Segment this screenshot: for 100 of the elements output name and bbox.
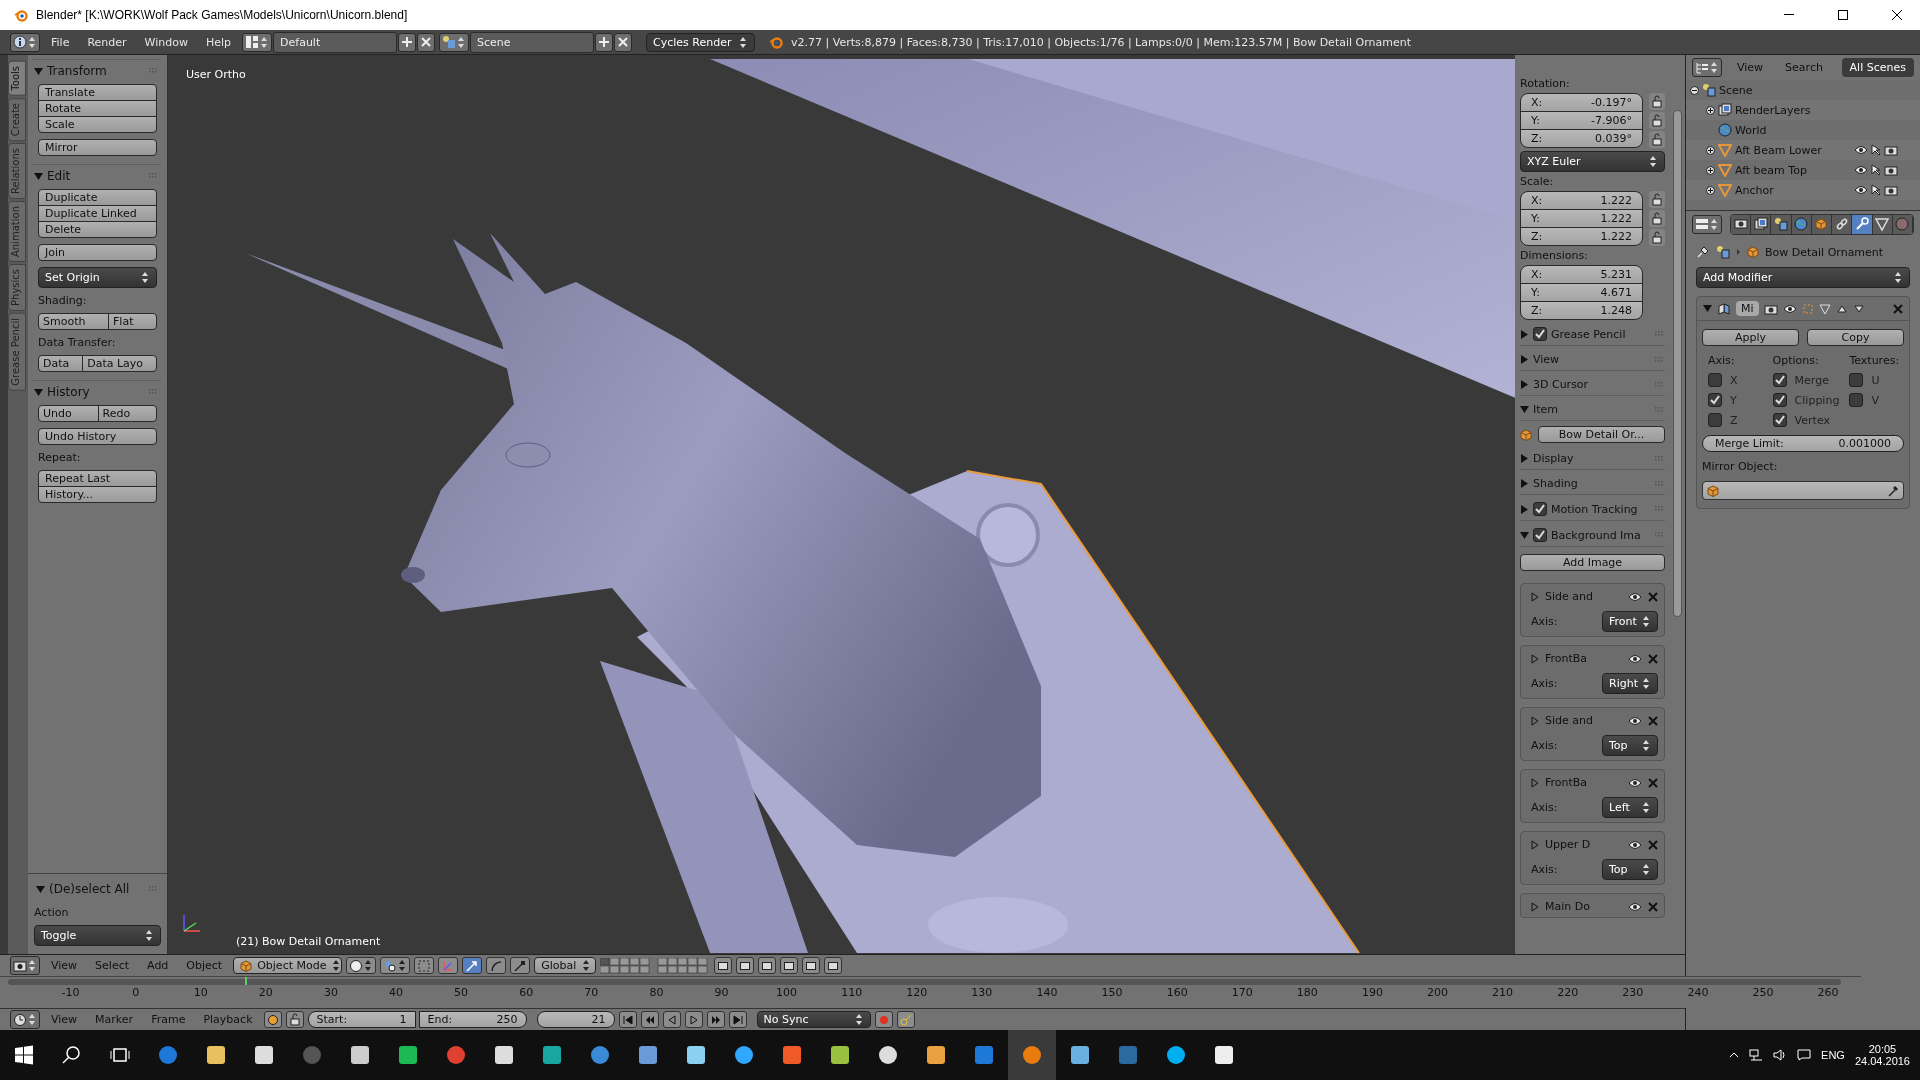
menu-item[interactable]: Select [88, 957, 137, 974]
dropdown[interactable]: Front [1602, 611, 1658, 632]
tool-button[interactable]: Data Layo [82, 355, 157, 372]
modifier-name-field[interactable]: Mi [1736, 301, 1759, 316]
panel-title[interactable]: History [47, 385, 145, 399]
panel-title[interactable]: Background Ima [1551, 528, 1651, 542]
field-label: Action [34, 906, 70, 919]
number-field[interactable]: Z: 0.039° [1520, 129, 1643, 148]
frame-number: 220 [1556, 986, 1580, 999]
checkbox-label: Z [1730, 413, 1738, 427]
menu-item[interactable]: Help [198, 33, 239, 51]
tool-button[interactable]: Redo [97, 405, 157, 422]
panel-title[interactable]: Shading [1533, 477, 1651, 490]
field-label: Axis: [1531, 863, 1559, 876]
frame-number: 100 [775, 986, 799, 999]
section-label: Dimensions: [1520, 249, 1589, 262]
panel-title[interactable]: (De)select All [49, 882, 145, 896]
panel-title[interactable]: Motion Tracking [1551, 502, 1651, 516]
scene-statistics: v2.77 | Verts:8,879 | Faces:8,730 | Tris:17,010 | Objects:1/76 | Lamps:0/0 | Mem:123.57M | Bow Detail Ornament [791, 35, 1412, 49]
menu-item[interactable]: Playback [196, 1011, 260, 1028]
mode-dropdown[interactable]: Object Mode [233, 957, 343, 974]
outliner-item[interactable]: Scene [1719, 83, 1920, 97]
tool-button[interactable]: Data [38, 355, 84, 372]
clock[interactable]: 20:05 24.04.2016 [1854, 1043, 1910, 1067]
menu-item[interactable]: View [44, 957, 85, 974]
tool-button[interactable]: Smooth [38, 313, 109, 330]
panel-title[interactable]: Item [1533, 403, 1651, 416]
frame-number: 40 [388, 986, 404, 999]
render-engine-dropdown[interactable]: Cycles Render [646, 32, 756, 52]
frame-number: 80 [648, 986, 665, 999]
field-label: Axis: [1531, 739, 1559, 752]
merge-limit-field[interactable]: Merge Limit: 0.001000 [1702, 435, 1904, 452]
panel-title[interactable]: Edit [47, 169, 145, 183]
dropdown[interactable]: XYZ Euler [1520, 151, 1665, 172]
tool-button[interactable]: Mirror [38, 139, 157, 156]
frame-number: 240 [1686, 986, 1710, 999]
frame-number: 160 [1165, 986, 1189, 999]
menu-item[interactable]: Window [137, 33, 195, 51]
menu-item[interactable]: File [44, 33, 77, 51]
view-name-label: User Ortho [186, 68, 246, 81]
checkbox-label: V [1871, 393, 1879, 407]
orientation-dropdown[interactable]: Global [534, 957, 597, 974]
object-name-button[interactable]: Bow Detail Or... [1538, 426, 1665, 443]
menu-item[interactable]: View [44, 1011, 85, 1028]
tool-button[interactable]: History... [38, 486, 157, 503]
input-language[interactable]: ENG [1821, 1049, 1845, 1061]
menu-item[interactable]: Search [1778, 59, 1830, 76]
number-field[interactable]: Z: 1.248 [1520, 301, 1643, 320]
outliner-item[interactable]: Aft beam Top [1735, 163, 1851, 177]
number-field[interactable]: Y: 1.222 [1520, 209, 1643, 228]
tool-button[interactable]: Join [38, 244, 157, 261]
panel-title[interactable]: 3D Cursor [1533, 378, 1651, 391]
panel-title[interactable]: Display [1533, 452, 1651, 465]
modifier-action-button[interactable]: Apply [1702, 329, 1799, 346]
tool-button[interactable]: Scale [38, 116, 157, 133]
tool-button[interactable]: Undo History [38, 428, 157, 445]
tool-button[interactable]: Flat [108, 313, 157, 330]
tool-tab[interactable]: Tools [8, 61, 26, 96]
dropdown[interactable]: Set Origin [38, 267, 157, 288]
image-name: FrontBa [1545, 776, 1589, 789]
menu-item[interactable]: Object [179, 957, 230, 974]
modifier-action-button[interactable]: Copy [1807, 329, 1904, 346]
frame-number: 230 [1621, 986, 1645, 999]
panel-title[interactable]: Transform [47, 64, 145, 78]
dropdown[interactable]: Top [1602, 859, 1658, 880]
frame-number: 250 [1751, 986, 1775, 999]
number-field[interactable]: Y: 4.671 [1520, 283, 1643, 302]
panel-title[interactable]: View [1533, 353, 1651, 366]
number-field[interactable]: Z: 1.222 [1520, 227, 1643, 246]
tool-button[interactable]: Undo [38, 405, 99, 422]
field-label: Axis: [1531, 615, 1559, 628]
frame-number: 200 [1426, 986, 1449, 999]
start-frame-field[interactable]: Start: 1 [307, 1011, 416, 1028]
scene-field[interactable]: Scene [470, 31, 595, 53]
frame-number: 70 [583, 986, 600, 999]
number-field[interactable]: Y: -7.906° [1520, 111, 1643, 130]
menu-item[interactable]: Frame [144, 1011, 193, 1028]
filter-dropdown[interactable]: All Scenes [1841, 58, 1914, 77]
dropdown[interactable]: Right [1602, 673, 1658, 694]
current-frame-field[interactable]: 21 [536, 1011, 615, 1028]
panel-title[interactable]: Grease Pencil [1551, 327, 1651, 341]
frame-number: 50 [453, 986, 470, 999]
frame-number: 170 [1230, 986, 1254, 999]
image-name: Main Do [1545, 900, 1591, 913]
dropdown[interactable]: Toggle [34, 925, 161, 946]
window-title: Blender* [K:\WORK\Wolf Pack Games\Models\Unicorn\Unicorn.blend] [36, 8, 408, 22]
menu-item[interactable]: Render [80, 33, 134, 51]
outliner-item[interactable]: World [1735, 123, 1920, 137]
dropdown[interactable]: Top [1602, 735, 1658, 756]
menu-item[interactable]: Add [140, 957, 176, 974]
end-frame-field[interactable]: End: 250 [418, 1011, 527, 1028]
menu-item[interactable]: Marker [88, 1011, 141, 1028]
menu-item[interactable]: View [1730, 59, 1771, 76]
add-image-button[interactable]: Add Image [1520, 554, 1665, 571]
add-modifier-dropdown[interactable]: Add Modifier [1696, 267, 1910, 288]
sync-dropdown[interactable]: No Sync [756, 1011, 871, 1028]
dropdown[interactable]: Left [1602, 797, 1658, 818]
tool-button[interactable]: Delete [38, 221, 157, 238]
frame-number: 130 [970, 986, 994, 999]
screen-layout-field[interactable]: Default [273, 31, 398, 53]
